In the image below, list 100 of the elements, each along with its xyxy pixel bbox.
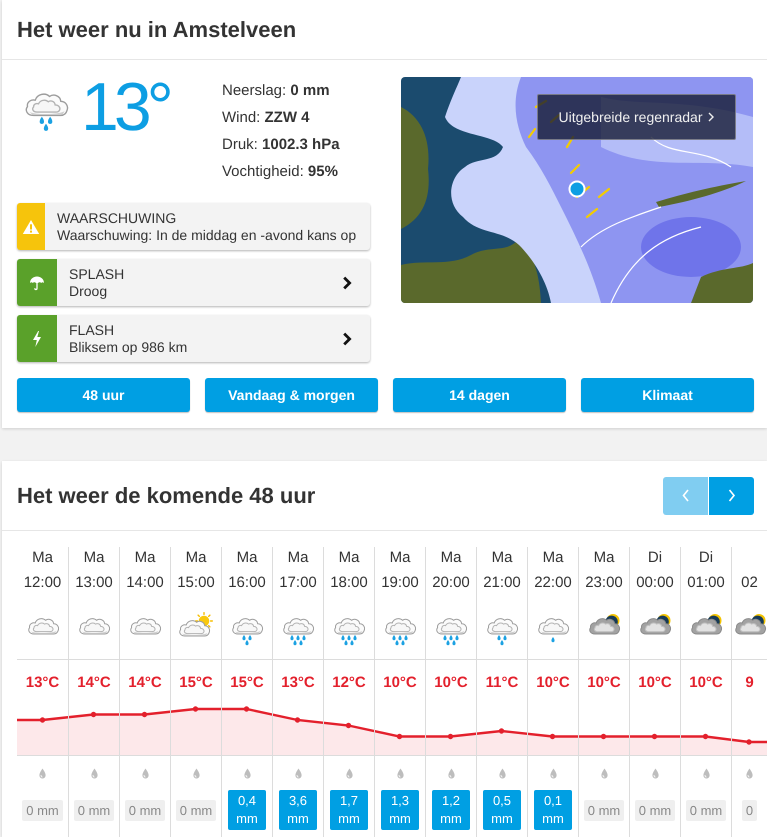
raindrop-icon — [192, 768, 200, 779]
raindrop-icon — [294, 768, 302, 779]
precipitation-amount: 0,5 mm — [483, 790, 521, 830]
precipitation-amount: 1,2 mm — [432, 790, 470, 830]
time-label: 21:00 — [483, 573, 521, 593]
raindrop-icon — [448, 768, 454, 779]
time-label: 00:00 — [636, 573, 674, 593]
temperature-label: 12°C — [332, 673, 366, 693]
day-label: Ma — [236, 548, 258, 568]
chevron-right-icon — [708, 112, 714, 122]
precipitation-amount: 0 mm — [74, 800, 114, 820]
raindrop-icon — [550, 768, 556, 779]
temperature-label: 10°C — [536, 673, 570, 693]
temperature-label: 13°C — [26, 673, 60, 693]
chevron-right-icon — [342, 332, 352, 346]
precipitation-amount: 0 mm — [686, 800, 726, 820]
time-label: 17:00 — [279, 573, 317, 593]
day-label: Ma — [32, 548, 53, 568]
precipitation-amount: 0,4 mm — [228, 790, 266, 830]
precipitation-amount: 0 mm — [634, 800, 676, 820]
temperature-point — [294, 717, 300, 723]
section-title: Het weer de komende 48 uur — [17, 482, 316, 508]
time-label: 14:00 — [126, 573, 164, 593]
alert-card[interactable]: SPLASH Droog — [17, 259, 370, 306]
temperature-label: 10°C — [434, 673, 468, 693]
temperature-label: 10°C — [587, 673, 621, 693]
chevron-right-icon — [342, 276, 352, 290]
precipitation-amount: 1,3 mm — [381, 790, 419, 830]
precipitation-amount: 0 — [742, 800, 758, 820]
temperature-point — [702, 734, 708, 740]
alert-message: Bliksem op 986 km — [69, 338, 188, 356]
temperature-point — [346, 722, 352, 728]
current-temperature: 13° — [81, 73, 169, 141]
raindrop-icon — [346, 768, 352, 779]
precipitation-amount: 0 mm — [124, 800, 166, 820]
temperature-label: 10°C — [689, 673, 723, 693]
raindrop-icon — [702, 768, 710, 779]
temperature-label: 14°C — [128, 673, 162, 693]
radar-link-button[interactable]: Uitgebreide regenradar — [537, 94, 736, 140]
day-label: Ma — [542, 548, 564, 568]
temperature-label: 11°C — [486, 673, 518, 693]
temperature-point — [142, 712, 148, 718]
time-label: 16:00 — [228, 573, 266, 593]
precipitation-amount: 1,7 mm — [330, 790, 368, 830]
day-label: Di — [648, 548, 662, 568]
temperature-point — [192, 706, 198, 712]
alert-card[interactable]: WAARSCHUWING Waarschuwing: In de middag en -avond kans op — [17, 203, 370, 250]
temperature-label: 14°C — [77, 673, 111, 693]
precipitation-amount: 0 mm — [176, 800, 216, 820]
temperature-point — [244, 706, 250, 712]
weather-detail: Vochtigheid: 95% — [222, 162, 338, 182]
time-label: 23:00 — [585, 573, 623, 593]
day-label: Ma — [492, 548, 512, 568]
alert-title: FLASH — [69, 322, 114, 338]
raindrop-icon — [90, 768, 98, 779]
weather-detail: Druk: 1002.3 hPa — [222, 135, 340, 155]
chevron-right-icon — [728, 489, 736, 502]
raindrop-icon — [39, 768, 46, 779]
temperature-point — [448, 734, 454, 740]
alert-message: Waarschuwing: In de middag en -avond kans op — [57, 226, 356, 244]
time-label: 19:00 — [381, 573, 419, 593]
chevron-left-icon — [682, 489, 690, 502]
precipitation-amount: 0,1 mm — [534, 790, 572, 830]
temperature-point — [746, 739, 752, 745]
time-label: 01:00 — [687, 573, 725, 593]
temperature-label: 9 — [745, 673, 754, 693]
alert-title: WAARSCHUWING — [57, 210, 176, 226]
day-label: Ma — [440, 548, 462, 568]
precipitation-amount: 0 mm — [584, 800, 624, 820]
temperature-point — [396, 734, 402, 740]
time-label: 20:00 — [432, 573, 470, 593]
raindrop-icon — [498, 768, 506, 779]
temperature-point — [498, 728, 504, 734]
alert-card[interactable]: FLASH Bliksem op 986 km — [17, 315, 370, 362]
temperature-point — [652, 734, 658, 740]
precipitation-amount: 0 mm — [22, 800, 63, 820]
day-label: Ma — [594, 548, 614, 568]
temperature-point — [40, 717, 46, 723]
time-label: 18:00 — [330, 573, 368, 593]
temperature-label: 10°C — [638, 673, 672, 693]
time-label: 12:00 — [24, 573, 62, 593]
time-label: 13:00 — [75, 573, 113, 593]
day-label: Di — [698, 548, 714, 568]
day-label: Ma — [390, 548, 410, 568]
alert-title: SPLASH — [69, 266, 124, 282]
day-label: Ma — [338, 548, 360, 568]
temperature-point — [550, 734, 556, 740]
temperature-label: 13°C — [281, 673, 315, 693]
time-label: 02 — [741, 573, 758, 593]
temperature-point — [600, 734, 606, 740]
next-button[interactable] — [709, 476, 754, 514]
time-label: 15:00 — [177, 573, 215, 593]
temperature-label: 10°C — [383, 673, 417, 693]
temperature-label: 15°C — [230, 673, 264, 693]
alert-message: Droog — [69, 282, 108, 300]
raindrop-icon — [396, 768, 404, 779]
time-label: 22:00 — [534, 573, 572, 593]
section-title: Het weer nu in Amstelveen — [17, 16, 296, 42]
day-label: Ma — [288, 548, 308, 568]
raindrop-icon — [600, 768, 608, 779]
